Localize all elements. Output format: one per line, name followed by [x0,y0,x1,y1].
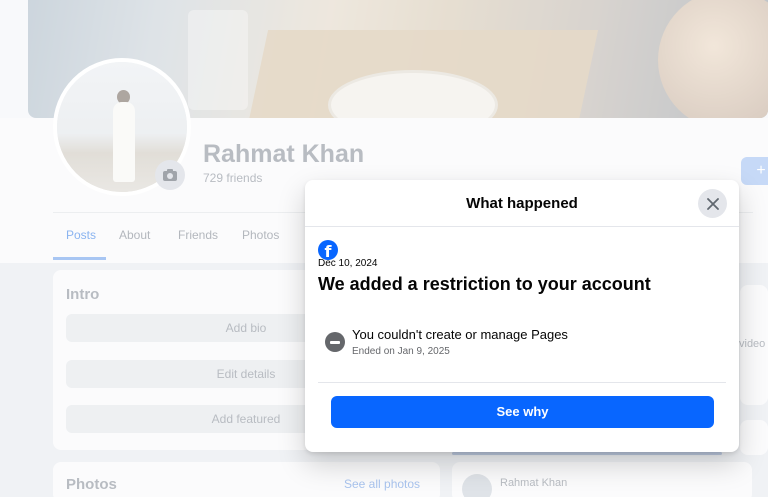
add-story-button[interactable]: + [741,157,768,185]
see-all-photos-link[interactable]: See all photos [344,477,420,491]
notice-heading: We added a restriction to your account [318,274,651,294]
close-icon [706,197,719,210]
friend-count[interactable]: 729 friends [203,171,262,185]
restriction-end-date: Ended on Jan 9, 2025 [352,346,450,357]
camera-icon[interactable] [155,160,185,190]
intro-title: Intro [66,286,100,303]
avatar[interactable] [462,474,492,497]
photos-card: Photos See all photos [53,462,440,497]
tab-posts[interactable]: Posts [66,228,96,242]
tab-about[interactable]: About [119,228,150,242]
see-why-button[interactable]: See why [331,396,714,428]
tab-friends[interactable]: Friends [178,228,218,242]
restriction-title: You couldn't create or manage Pages [352,327,568,342]
profile-name: Rahmat Khan [203,140,365,168]
tab-photos[interactable]: Photos [242,228,279,242]
dialog-header: What happened [305,180,739,227]
video-label: video [739,338,766,350]
notice-date: Dec 10, 2024 [318,258,378,269]
dialog-divider [318,382,726,383]
composer-button-edge [452,452,722,455]
side-card [740,420,768,455]
what-happened-dialog: What happened f Dec 10, 2024 We added a … [305,180,739,452]
photos-title: Photos [66,476,117,493]
facebook-logo-icon: f [318,240,338,260]
post-card: Rahmat Khan [452,462,752,497]
close-button[interactable] [698,189,727,218]
dialog-title: What happened [466,195,578,212]
post-author[interactable]: Rahmat Khan [500,477,567,489]
active-tab-indicator [53,257,106,260]
minus-circle-icon [325,332,345,352]
